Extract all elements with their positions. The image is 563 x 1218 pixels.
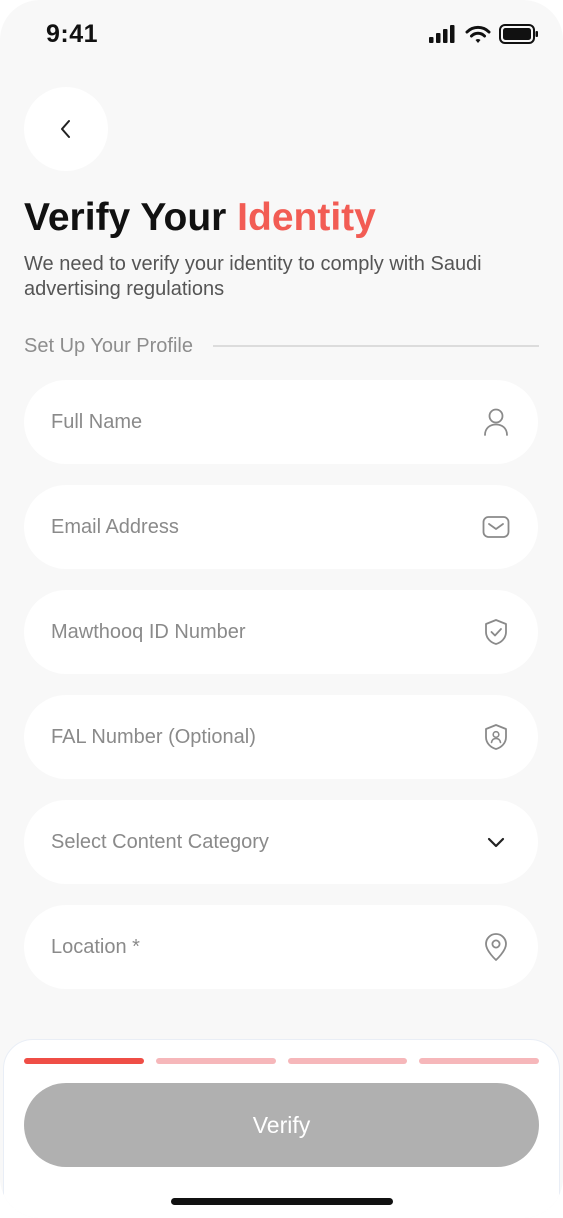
- fal-number-field[interactable]: [24, 695, 538, 779]
- content-category-select[interactable]: [24, 800, 538, 884]
- fal-number-input[interactable]: [51, 725, 481, 749]
- section-label: Set Up Your Profile: [24, 334, 193, 357]
- location-field[interactable]: [24, 905, 538, 989]
- page-subtitle: We need to verify your identity to compl…: [24, 253, 482, 300]
- content-category-input[interactable]: [51, 830, 481, 854]
- status-time: 9:41: [46, 20, 99, 48]
- status-icons: [429, 24, 539, 44]
- title-accent: Identity: [237, 196, 376, 239]
- chevron-left-icon: [61, 120, 70, 138]
- full-name-input[interactable]: [51, 410, 481, 434]
- phone-screen: 9:41 Verify Your Identity We need to ver…: [0, 0, 563, 1218]
- progress-step-2: [155, 1058, 276, 1064]
- page-title: Verify Your Identity: [24, 196, 376, 240]
- progress-step-1: [24, 1058, 144, 1064]
- mawthooq-id-input[interactable]: [51, 620, 481, 644]
- wifi-icon: [465, 25, 491, 43]
- chevron-down-icon[interactable]: [481, 827, 511, 857]
- mawthooq-id-field[interactable]: [24, 590, 538, 674]
- email-field[interactable]: [24, 485, 538, 569]
- progress-indicator: [24, 1058, 539, 1064]
- full-name-field[interactable]: [24, 380, 538, 464]
- email-input[interactable]: [51, 515, 481, 539]
- verify-button[interactable]: Verify: [24, 1083, 539, 1167]
- shield-user-icon: [481, 722, 511, 752]
- progress-step-4: [419, 1058, 539, 1064]
- home-indicator: [171, 1198, 393, 1205]
- user-icon: [481, 407, 511, 437]
- cellular-signal-icon: [429, 25, 455, 43]
- section-header: Set Up Your Profile: [24, 333, 539, 359]
- title-main: Verify Your: [24, 196, 238, 239]
- battery-icon: [499, 24, 538, 44]
- shield-check-icon: [481, 617, 511, 647]
- location-input[interactable]: [51, 935, 481, 959]
- status-bar: 9:41: [0, 0, 563, 70]
- back-button[interactable]: [24, 87, 108, 171]
- mail-icon: [481, 512, 511, 542]
- section-divider: [213, 345, 539, 347]
- progress-step-3: [287, 1058, 408, 1064]
- location-pin-icon: [481, 932, 511, 962]
